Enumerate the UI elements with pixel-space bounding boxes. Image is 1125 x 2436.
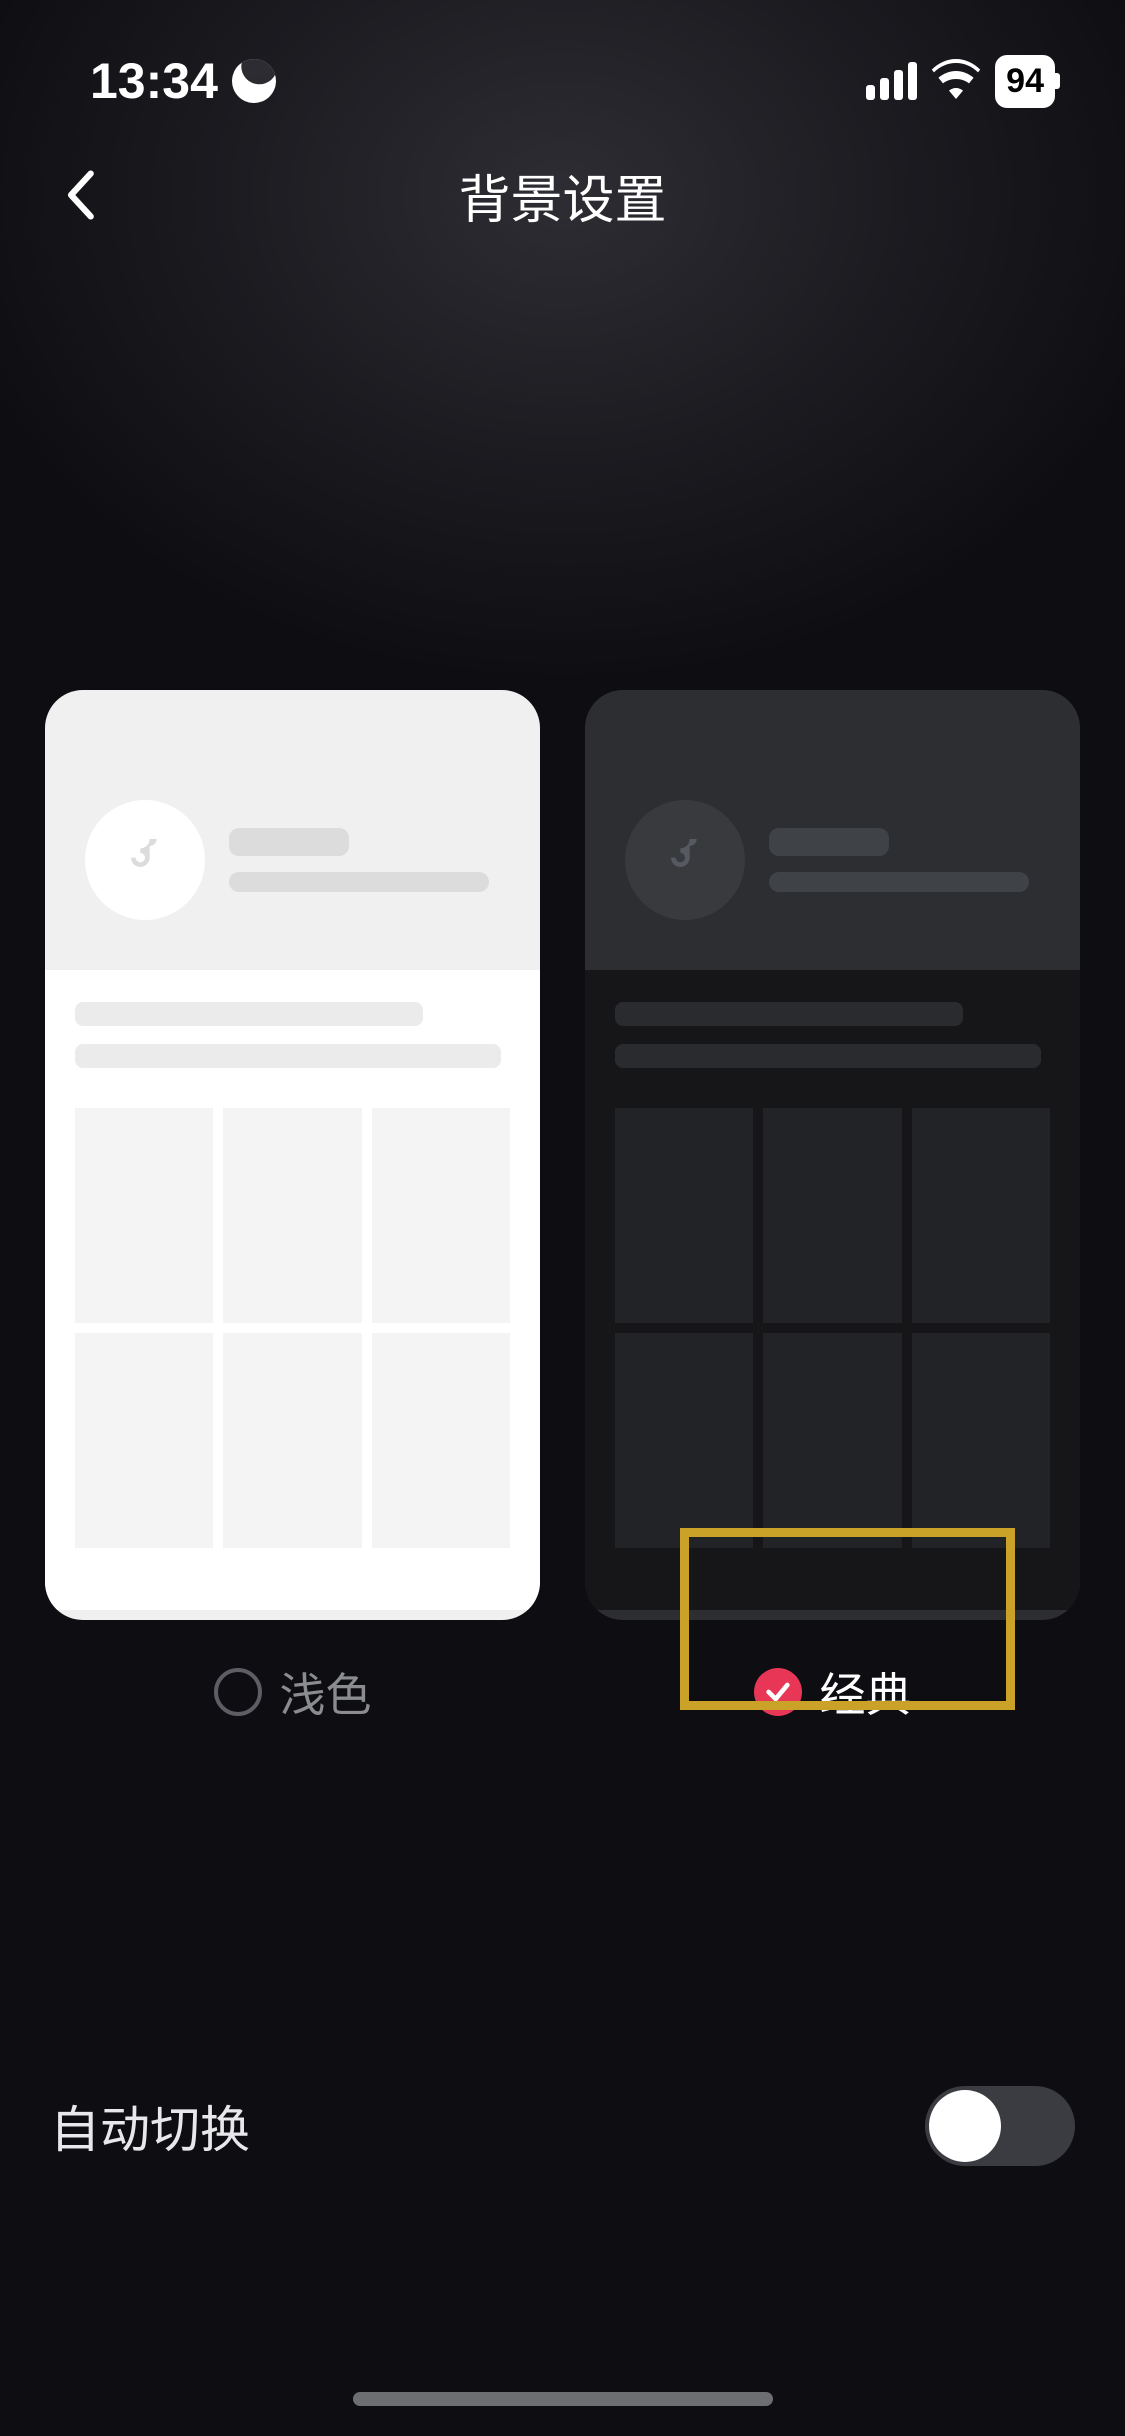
auto-switch-toggle[interactable] — [925, 2086, 1075, 2166]
placeholder-line — [615, 1044, 1041, 1068]
placeholder-line — [229, 872, 489, 892]
battery-indicator: 94 — [995, 55, 1055, 108]
placeholder-line — [229, 828, 349, 856]
placeholder-line — [75, 1002, 423, 1026]
placeholder-line — [769, 872, 1029, 892]
placeholder-line — [769, 828, 889, 856]
grid-cell — [75, 1333, 213, 1548]
theme-option-light[interactable]: 浅色 — [45, 690, 540, 1722]
theme-option-classic[interactable]: 经典 — [585, 690, 1080, 1722]
theme-classic-label: 经典 — [820, 1659, 912, 1725]
cellular-signal-icon — [866, 62, 917, 100]
grid-cell — [912, 1108, 1050, 1323]
placeholder-line — [75, 1044, 501, 1068]
grid-cell — [615, 1108, 753, 1323]
battery-percent: 94 — [1006, 62, 1044, 101]
grid-cell — [615, 1333, 753, 1548]
placeholder-line — [615, 1002, 963, 1026]
home-indicator — [353, 2392, 773, 2406]
theme-classic-radio[interactable]: 经典 — [754, 1662, 912, 1722]
grid-cell — [912, 1333, 1050, 1548]
radio-checked-icon — [754, 1668, 802, 1716]
grid-cell — [372, 1333, 510, 1548]
auto-switch-row: 自动切换 — [0, 2086, 1125, 2166]
status-time: 13:34 — [90, 52, 218, 110]
page-title: 背景设置 — [458, 158, 666, 233]
grid-cell — [763, 1333, 901, 1548]
theme-options-row: 浅色 — [0, 270, 1125, 1722]
theme-light-radio[interactable]: 浅色 — [214, 1662, 372, 1722]
grid-cell — [372, 1108, 510, 1323]
grid-cell — [223, 1333, 361, 1548]
grid-cell — [763, 1108, 901, 1323]
wifi-icon — [931, 59, 981, 104]
status-left: 13:34 — [90, 52, 276, 110]
status-bar: 13:34 94 — [0, 0, 1125, 120]
grid-cell — [75, 1108, 213, 1323]
theme-preview-light — [45, 690, 540, 1620]
auto-switch-label: 自动切换 — [50, 2090, 250, 2162]
radio-unchecked-icon — [214, 1668, 262, 1716]
nav-header: 背景设置 — [0, 120, 1125, 270]
grid-cell — [223, 1108, 361, 1323]
avatar-placeholder-icon — [625, 800, 745, 920]
toggle-knob — [929, 2090, 1001, 2162]
chevron-left-icon — [65, 170, 95, 220]
back-button[interactable] — [50, 165, 110, 225]
status-right: 94 — [866, 55, 1055, 108]
avatar-placeholder-icon — [85, 800, 205, 920]
theme-preview-classic — [585, 690, 1080, 1620]
do-not-disturb-moon-icon — [226, 53, 282, 109]
theme-light-label: 浅色 — [280, 1659, 372, 1725]
